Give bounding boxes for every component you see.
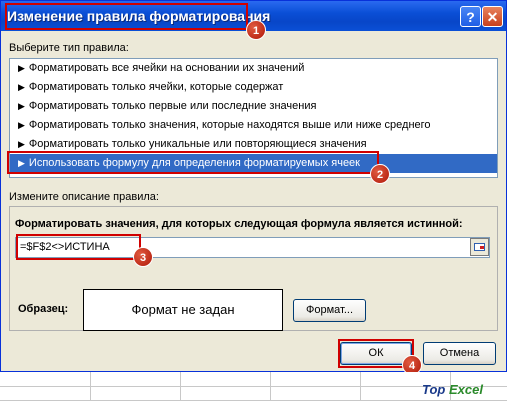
help-button[interactable]: ? [460,6,481,27]
callout-highlight-title [5,3,248,30]
cancel-button[interactable]: Отмена [423,342,496,365]
callout-highlight-rule [7,151,379,174]
dialog-window: Изменение правила форматирования ? ✕ Выб… [0,0,507,375]
grid-line [360,372,361,401]
triangle-right-icon: ▶ [18,101,25,111]
callout-highlight-formula [16,234,141,260]
logo-text: Excel [448,382,483,397]
triangle-right-icon: ▶ [18,120,25,130]
preview-label: Образец: [18,303,69,315]
callout-badge: 2 [370,164,390,184]
range-select-icon [474,243,485,251]
rule-type-item-label: Форматировать все ячейки на основании их… [28,62,305,74]
format-button[interactable]: Формат... [293,299,366,322]
rule-type-item-label: Форматировать только ячейки, которые сод… [28,81,284,93]
rule-type-item-label: Форматировать только первые или последни… [28,100,317,112]
grid-line [180,372,181,401]
grid-line [90,372,91,401]
rule-type-item[interactable]: ▶ Форматировать все ячейки на основании и… [10,59,497,78]
rule-type-item[interactable]: ▶ Форматировать только первые или последн… [10,97,497,116]
triangle-right-icon: ▶ [18,82,25,92]
formula-label: Форматировать значения, для которых след… [15,218,463,230]
description-label: Измените описание правила: [9,191,159,203]
rule-type-item-label: Форматировать только значения, которые н… [28,119,431,131]
triangle-right-icon: ▶ [18,63,25,73]
rule-type-label: Выберите тип правила: [9,42,129,54]
callout-badge: 3 [133,247,153,267]
rule-type-item-label: Форматировать только уникальные или повт… [28,138,367,150]
range-select-button[interactable] [470,238,489,256]
rule-type-item[interactable]: ▶ Форматировать только ячейки, которые со… [10,78,497,97]
close-button[interactable]: ✕ [482,6,503,27]
grid-line [270,372,271,401]
callout-badge: 1 [246,20,266,40]
logo-text: Top [422,382,446,397]
format-preview: Формат не задан [83,289,283,331]
triangle-right-icon: ▶ [18,139,25,149]
rule-type-item[interactable]: ▶ Форматировать только значения, которые … [10,116,497,135]
topexcel-logo: Top Excel [422,382,483,397]
